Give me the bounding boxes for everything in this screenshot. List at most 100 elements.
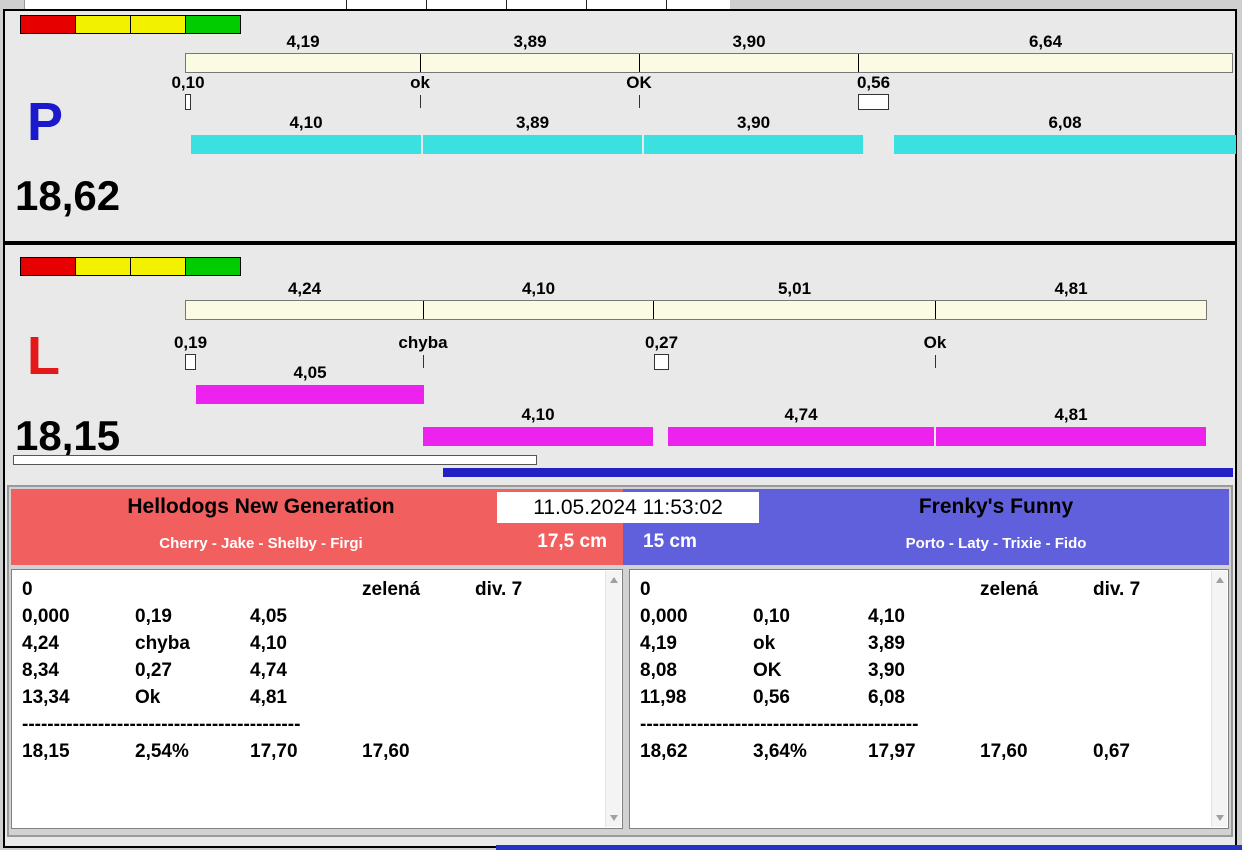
result-cell: 4,10: [868, 606, 905, 627]
result-cell: [362, 657, 475, 684]
result-cell: 4,81: [250, 687, 287, 708]
result-cell: 13,34: [22, 687, 70, 708]
result-cell: 18,15: [22, 741, 70, 762]
result-cell: [1093, 657, 1228, 684]
team-right-name: Frenky's Funny: [918, 495, 1074, 518]
scoreboard: Hellodogs New Generation Cherry - Jake -…: [7, 485, 1233, 837]
result-cell: 17,60: [362, 741, 410, 762]
result-cell: 6,08: [868, 687, 905, 708]
result-row: 8,08 OK 3,90: [640, 657, 1228, 684]
plan-segment: 3,90: [640, 32, 859, 72]
run-time-label: 4,05: [293, 363, 327, 382]
light-cell: [20, 257, 76, 276]
result-cell: [980, 684, 1093, 711]
run-time-label: 4,10: [521, 405, 555, 424]
ruler-tick: [586, 0, 587, 9]
result-cell: [362, 684, 475, 711]
scroll-down-icon[interactable]: [609, 815, 618, 821]
plan-segment: 4,24: [186, 279, 424, 319]
result-row: 4,24 chyba 4,10: [22, 630, 622, 657]
team-left-results: 0 zelená div. 7 0,000 0,19 4,05 4,24 chyba 4,10 8…: [12, 570, 622, 765]
marker-tick: [423, 355, 424, 368]
result-cell: zelená: [362, 579, 421, 600]
run-gap: [185, 427, 423, 446]
result-cell: 3,90: [868, 660, 905, 681]
light-cell: [130, 15, 186, 34]
datetime-display: 11.05.2024 11:53:02: [497, 492, 759, 523]
result-cell: 0,67: [1093, 741, 1130, 762]
result-cell: [868, 576, 980, 603]
result-cell: OK: [753, 660, 782, 681]
scroll-down-icon[interactable]: [1215, 815, 1224, 821]
scroll-up-icon[interactable]: [609, 577, 618, 583]
result-row: 18,62 3,64% 17,97 17,60 0,67: [640, 738, 1228, 765]
plan-segment: 6,64: [859, 32, 1232, 72]
result-cell: [362, 630, 475, 657]
result-panels: 0 zelená div. 7 0,000 0,19 4,05 4,24 chyba 4,10 8…: [11, 569, 1229, 829]
lane-p-plan-bar: 4,19 3,89 3,90 6,64: [185, 32, 1233, 73]
start-lights: [20, 15, 241, 34]
result-cell: 0,19: [135, 606, 172, 627]
result-cell: [980, 630, 1093, 657]
run-gap: [185, 385, 196, 404]
split-time-label: 4,24: [287, 279, 322, 298]
result-cell: div. 7: [1093, 579, 1141, 600]
result-cell: 0: [22, 579, 33, 600]
run-gap: [653, 427, 668, 446]
result-cell: 0,27: [135, 660, 172, 681]
scroll-up-icon[interactable]: [1215, 577, 1224, 583]
result-cell: [980, 603, 1093, 630]
result-cell: 3,64%: [753, 741, 807, 762]
run-time-label: 4,10: [289, 113, 323, 132]
fault-duration-box: [185, 354, 196, 370]
result-cell: div. 7: [475, 579, 523, 600]
marker-tick: [420, 95, 421, 108]
result-row: 11,98 0,56 6,08: [640, 684, 1228, 711]
result-cell: [1093, 603, 1228, 630]
marker-label: 0,19: [173, 333, 208, 352]
marker-tick: [639, 95, 640, 108]
run-time-label: 4,74: [784, 405, 818, 424]
result-cell: 4,24: [22, 633, 59, 654]
scrollbar[interactable]: [1211, 571, 1227, 827]
plan-segment: 3,89: [421, 32, 640, 72]
result-row: 13,34 Ok 4,81: [22, 684, 622, 711]
run-time-label: 3,90: [736, 113, 771, 132]
result-cell: [1093, 630, 1228, 657]
lane-p-markers: 0,10 ok OK 0,56: [171, 73, 1235, 113]
marker-label: ok: [410, 73, 430, 92]
progress-bar: [443, 468, 1233, 477]
run-gap: [863, 135, 894, 154]
separator-row: ----------------------------------------…: [640, 714, 919, 735]
team-right-dogs: Porto - Laty - Trixie - Fido: [905, 535, 1087, 552]
scrollbar[interactable]: [605, 571, 621, 827]
result-cell: [250, 576, 362, 603]
team-left-results-panel: 0 zelená div. 7 0,000 0,19 4,05 4,24 chyba 4,10 8…: [11, 569, 623, 829]
lane-p-run-bar: 4,10 3,89 3,90 6,08: [185, 113, 1236, 154]
run-segment: 4,05: [196, 363, 424, 404]
result-cell: 8,34: [22, 660, 59, 681]
run-segment: 4,81: [936, 405, 1206, 446]
split-time-label: 5,01: [777, 279, 812, 298]
run-segment: 4,10: [423, 405, 653, 446]
ruler-tick: [506, 0, 507, 9]
scoreboard-header: Hellodogs New Generation Cherry - Jake -…: [11, 489, 1229, 565]
light-cell: [75, 15, 131, 34]
plan-segment: 4,19: [186, 32, 421, 72]
light-cell: [75, 257, 131, 276]
marker-label: 0,56: [856, 73, 891, 92]
marker-label: Ok: [923, 333, 947, 352]
lane-l: L 18,15 4,24 4,10 5,01 4,81 0,19 chyba 0,27 Ok…: [5, 245, 1235, 471]
progress-track: [13, 455, 537, 465]
top-ruler: [24, 0, 730, 9]
lane-p: P 18,62 4,19 3,89 3,90 6,64 0,10 ok OK 0,56 4,…: [5, 11, 1236, 241]
result-row: 0,000 0,10 4,10: [640, 603, 1228, 630]
fault-duration-box: [185, 94, 191, 110]
result-cell: 4,10: [250, 633, 287, 654]
split-time-label: 3,89: [513, 32, 547, 51]
result-cell: [1093, 684, 1228, 711]
marker-label: 0,27: [644, 333, 679, 352]
lane-l-total-time: 18,15: [15, 412, 121, 459]
run-time-label: 3,89: [515, 113, 550, 132]
team-right-results: 0 zelená div. 7 0,000 0,10 4,10 4,19 ok 3,89 8,08…: [630, 570, 1228, 765]
